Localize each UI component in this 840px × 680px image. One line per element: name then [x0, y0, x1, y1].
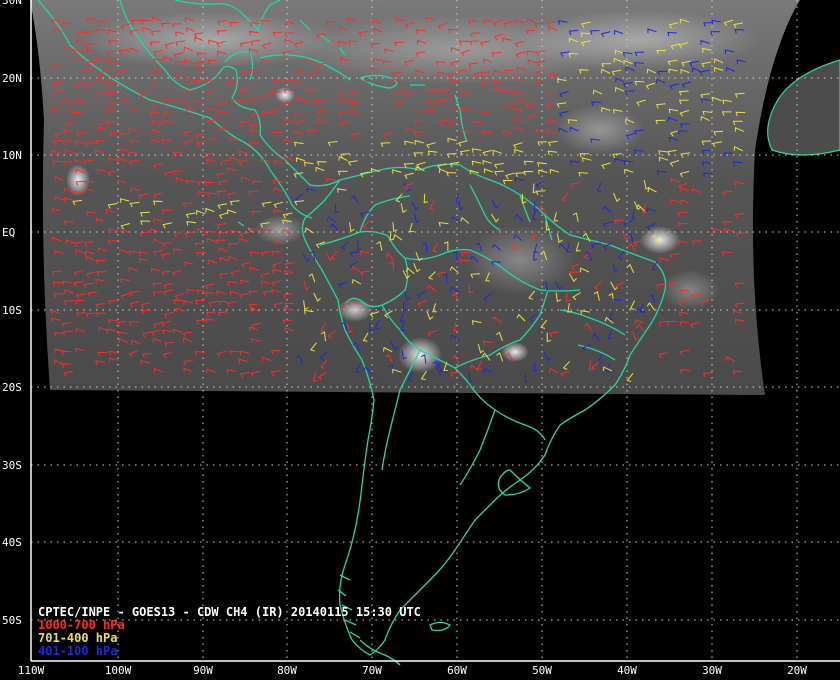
legend-high-level: 401-100 hPa	[38, 644, 117, 658]
latitude-label: 10S	[2, 304, 22, 317]
latitude-label: 20S	[2, 381, 22, 394]
longitude-label: 110W	[18, 664, 45, 677]
satellite-wind-map: 30N 20N 10N EQ 10S 20S 30S 40S 50S 110W 100W 90W 80…	[0, 0, 840, 680]
longitude-label: 80W	[277, 664, 297, 677]
longitude-label: 90W	[193, 664, 213, 677]
legend-mid-level: 701-400 hPa	[38, 631, 117, 645]
longitude-label: 70W	[362, 664, 382, 677]
latitude-label: 40S	[2, 536, 22, 549]
longitude-label: 30W	[702, 664, 722, 677]
longitude-label: 20W	[787, 664, 807, 677]
legend-low-level: 1000-700 hPa	[38, 618, 125, 632]
latitude-label: 10N	[2, 149, 22, 162]
latitude-label: 50S	[2, 614, 22, 627]
latitude-label: 30N	[2, 0, 22, 7]
longitude-label: 40W	[617, 664, 637, 677]
latitude-label: 30S	[2, 459, 22, 472]
latitude-label: 20N	[2, 72, 22, 85]
longitude-label: 60W	[447, 664, 467, 677]
latitude-label: EQ	[2, 226, 15, 239]
longitude-label: 50W	[532, 664, 552, 677]
map-title: CPTEC/INPE - GOES13 - CDW CH4 (IR) 20140…	[38, 605, 421, 619]
longitude-label: 100W	[105, 664, 132, 677]
